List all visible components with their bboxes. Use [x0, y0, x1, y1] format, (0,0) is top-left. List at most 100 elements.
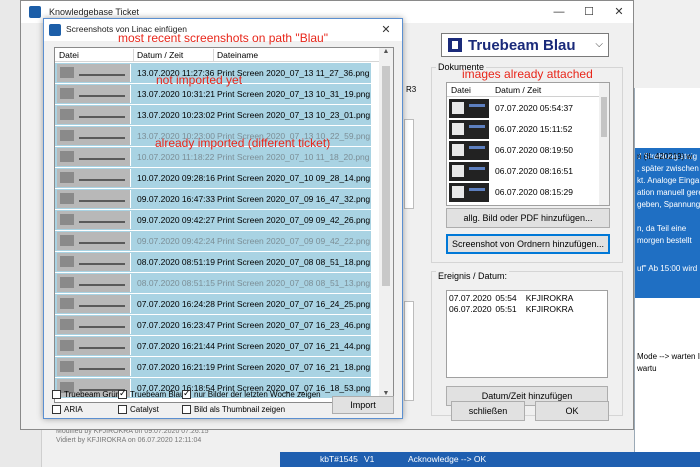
add-file-button[interactable]: allg. Bild oder PDF hinzufügen...	[446, 208, 610, 228]
screenshot-filename: Print Screen 2020_07_08 08_51_18.png	[217, 257, 371, 267]
checkbox-catalyst[interactable]: Catalyst	[118, 405, 159, 414]
audit-info: Modified by KFJIROKRA on 09.07.2020 07:2…	[42, 428, 280, 467]
screenshot-date: 07.07.2020 16:21:19	[137, 362, 215, 372]
scroll-up-icon[interactable]: ▲	[379, 48, 393, 60]
screenshot-filename: Print Screen 2020_07_13 10_23_01.png	[217, 110, 371, 120]
screenshot-row[interactable]: 07.07.2020 16:24:28 Print Screen 2020_07_…	[55, 294, 371, 314]
column-header-date[interactable]: Datum / Zeit	[137, 50, 183, 60]
screenshot-row[interactable]: 10.07.2020 11:18:22 Print Screen 2020_07_…	[55, 147, 371, 167]
screenshot-row[interactable]: 08.07.2020 08:51:19 Print Screen 2020_07_…	[55, 252, 371, 272]
add-screenshot-button[interactable]: Screenshot von Ordnern hinzufügen...	[446, 234, 610, 254]
documents-scrollbar[interactable]	[599, 83, 609, 205]
checkbox-thumbnail[interactable]: Bild als Thumbnail zeigen	[182, 405, 285, 414]
screenshot-row[interactable]: 07.07.2020 16:21:19 Print Screen 2020_07_…	[55, 357, 371, 377]
checkbox-box[interactable]	[118, 388, 127, 399]
field-fragment	[404, 301, 414, 401]
ticket-list-row[interactable]: kbT#1545 V1 Acknowledge --> OK	[280, 452, 700, 467]
checkbox-last-week-only[interactable]: nur Bilder der letzten Woche zeigen	[182, 388, 321, 399]
screenshot-thumbnail	[57, 169, 131, 187]
screenshot-thumbnail	[57, 253, 131, 271]
checkbox-box[interactable]	[182, 388, 191, 399]
document-row[interactable]: 06.07.2020 15:11:52	[447, 119, 601, 140]
screenshot-row[interactable]: 08.07.2020 08:51:15 Print Screen 2020_07_…	[55, 273, 371, 293]
document-date: 07.07.2020 05:54:37	[495, 103, 573, 113]
chevron-down-icon: ⌵	[595, 39, 603, 50]
background-ticket-description: d Strahlung steig , später zwischen kt. …	[635, 148, 700, 298]
scrollbar-thumb[interactable]	[382, 66, 390, 286]
close-button[interactable]: schließen	[451, 401, 525, 421]
checkbox-label: Truebeam Grün	[64, 390, 121, 399]
annotation-already-imported: already imported (different ticket)	[155, 136, 331, 150]
document-thumbnail	[449, 183, 489, 202]
screenshot-row[interactable]: 09.07.2020 16:47:33 Print Screen 2020_07_…	[55, 189, 371, 209]
document-thumbnail	[449, 141, 489, 160]
viewed-by-text: Vidiert by KFJIROKRA on 06.07.2020 12:11…	[56, 437, 202, 444]
scrollbar-thumb[interactable]	[601, 97, 607, 137]
column-header-filename[interactable]: Dateiname	[217, 50, 258, 60]
screenshot-row[interactable]: 13.07.2020 10:31:21 Print Screen 2020_07_…	[55, 84, 371, 104]
screenshot-row[interactable]: 09.07.2020 09:42:27 Print Screen 2020_07_…	[55, 210, 371, 230]
close-icon[interactable]: ✕	[605, 3, 633, 21]
checkbox-box[interactable]	[182, 405, 191, 414]
screenshot-date: 10.07.2020 11:18:22	[137, 152, 215, 162]
document-row[interactable]: 06.07.2020 08:19:50	[447, 140, 601, 161]
event-date: 06.07.2020	[449, 304, 492, 314]
event-row[interactable]: 06.07.2020 05:51 KFJIROKRA	[449, 304, 573, 314]
device-select-value: Truebeam Blau	[468, 37, 576, 54]
minimize-icon[interactable]: —	[545, 3, 573, 21]
screenshot-row[interactable]: 07.07.2020 16:21:44 Print Screen 2020_07_…	[55, 336, 371, 356]
checkbox-box[interactable]	[52, 390, 61, 399]
screenshot-row[interactable]: 13.07.2020 10:23:02 Print Screen 2020_07_…	[55, 105, 371, 125]
column-header-date[interactable]: Datum / Zeit	[495, 85, 541, 95]
screenshot-filename: Print Screen 2020_07_09 09_42_26.png	[217, 215, 371, 225]
column-header-file[interactable]: Datei	[451, 85, 471, 95]
screenshot-date: 09.07.2020 16:47:33	[137, 194, 215, 204]
checkbox-truebeam-gruen[interactable]: Truebeam Grün	[52, 390, 120, 399]
ok-button[interactable]: OK	[535, 401, 609, 421]
screenshot-date: 07.07.2020 16:23:47	[137, 320, 215, 330]
app-icon	[29, 6, 41, 18]
column-header-file[interactable]: Datei	[59, 50, 79, 60]
event-row[interactable]: 07.07.2020 05:54 KFJIROKRA	[449, 293, 573, 303]
screenshot-filename: Print Screen 2020_07_07 16_23_46.png	[217, 320, 371, 330]
event-user: KFJIROKRA	[525, 293, 574, 303]
screenshot-filename: Print Screen 2020_07_07 16_21_44.png	[217, 341, 371, 351]
screenshot-row[interactable]: 09.07.2020 09:42:24 Print Screen 2020_07_…	[55, 231, 371, 251]
checkbox-box[interactable]	[52, 405, 61, 414]
ticket-version: V1	[364, 454, 375, 464]
screenshot-filename: Print Screen 2020_07_08 08_51_13.png	[217, 278, 371, 288]
screenshot-thumbnail	[57, 190, 131, 208]
checkbox-label: nur Bilder der letzten Woche zeigen	[194, 390, 321, 399]
screenshot-thumbnail	[57, 127, 131, 145]
screenshot-date: 09.07.2020 09:42:27	[137, 215, 215, 225]
ticket-id: kbT#1545	[320, 454, 358, 464]
import-button[interactable]: Import	[332, 396, 394, 414]
device-select[interactable]: Truebeam Blau ⌵	[441, 33, 609, 57]
document-row[interactable]: 07.07.2020 05:54:37	[447, 98, 601, 119]
checkbox-label: Catalyst	[130, 405, 159, 414]
checkbox-label: Bild als Thumbnail zeigen	[194, 405, 286, 414]
checkbox-aria[interactable]: ARIA	[52, 405, 83, 414]
event-user: KFJIROKRA	[525, 304, 574, 314]
screenshot-date: 07.07.2020 16:21:44	[137, 341, 215, 351]
description-line: morgen bestellt	[637, 236, 692, 245]
document-row[interactable]: 06.07.2020 08:15:29	[447, 182, 601, 203]
ticket-header-line: n (IL 420219) w	[637, 152, 693, 161]
screenshot-thumbnail	[57, 316, 131, 334]
screenshot-row[interactable]: 10.07.2020 09:28:16 Print Screen 2020_07_…	[55, 168, 371, 188]
screenshot-filename: Print Screen 2020_07_10 11_18_20.png	[217, 152, 370, 162]
checkbox-truebeam-blau[interactable]: Truebeam Blau	[118, 388, 184, 399]
screenshot-table[interactable]: Datei Datum / Zeit Dateiname 13.07.2020 …	[54, 47, 394, 403]
document-row[interactable]: 06.07.2020 08:16:51	[447, 161, 601, 182]
screenshot-date: 13.07.2020 10:31:21	[137, 89, 215, 99]
screenshot-table-scrollbar[interactable]: ▲ ▼	[379, 48, 393, 402]
checkbox-box[interactable]	[118, 405, 127, 414]
events-list[interactable]: 07.07.2020 05:54 KFJIROKRA 06.07.2020 05…	[446, 290, 608, 378]
event-date: 07.07.2020	[449, 293, 492, 303]
documents-list[interactable]: Datei Datum / Zeit 07.07.2020 05:54:37 0…	[446, 82, 610, 206]
close-icon[interactable]: ✕	[372, 21, 400, 39]
field-fragment	[404, 119, 414, 209]
document-thumbnail	[449, 120, 489, 139]
screenshot-row[interactable]: 07.07.2020 16:23:47 Print Screen 2020_07_…	[55, 315, 371, 335]
maximize-icon[interactable]: ☐	[575, 3, 603, 21]
